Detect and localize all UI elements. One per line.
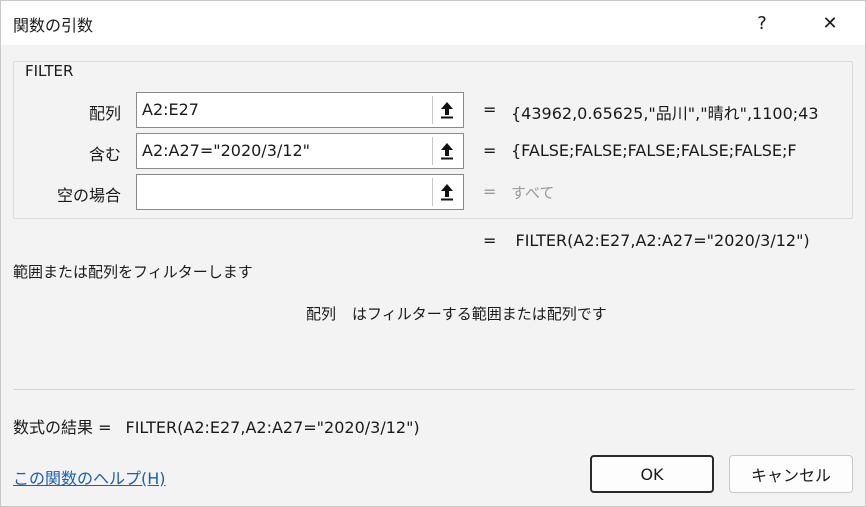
include-input[interactable]: A2:A27="2020/3/12" [136, 133, 464, 169]
dialog-title: 関数の引数 [13, 16, 94, 35]
argument-result: {FALSE;FALSE;FALSE;FALSE;FALSE;F [511, 141, 797, 160]
collapse-dialog-icon [440, 184, 453, 201]
input-value: A2:E27 [142, 100, 199, 119]
function-help-link[interactable]: この関数のヘルプ(H) [13, 465, 166, 489]
formula-result-label: 数式の結果 = [13, 418, 112, 437]
argument-description: 配列 はフィルターする範囲または配列です [306, 303, 607, 324]
input-value: A2:A27="2020/3/12" [142, 141, 310, 160]
help-icon: ? [757, 12, 767, 34]
collapse-dialog-button[interactable] [432, 178, 460, 206]
equals-sign: = [483, 182, 497, 201]
formula-result: 数式の結果 = FILTER(A2:E27,A2:A27="2020/3/12") [13, 414, 420, 438]
divider [13, 389, 855, 390]
collapse-dialog-button[interactable] [432, 96, 460, 124]
collapse-dialog-icon [440, 102, 453, 119]
array-input[interactable]: A2:E27 [136, 92, 464, 128]
argument-result: {43962,0.65625,"品川","晴れ",1100;43 [511, 104, 819, 123]
close-icon: ✕ [822, 12, 838, 34]
if-empty-input[interactable] [136, 174, 464, 210]
equals-sign: = [483, 100, 497, 119]
argument-label: 空の場合 [56, 186, 121, 205]
formula-preview: = FILTER(A2:E27,A2:A27="2020/3/12") [483, 231, 843, 250]
collapse-dialog-button[interactable] [432, 137, 460, 165]
close-button[interactable]: ✕ [802, 1, 858, 45]
equals-sign: = [483, 141, 497, 160]
function-arguments-dialog: 関数の引数 ? ✕ FILTER 配列 A2:E27 = {43962,0.65… [0, 0, 866, 507]
cancel-button[interactable]: キャンセル [729, 455, 853, 493]
ok-button[interactable]: OK [590, 455, 714, 493]
argument-row-array: 配列 A2:E27 = {43962,0.65625,"品川","晴れ",110… [1, 92, 866, 128]
function-description: 範囲または配列をフィルターします [13, 263, 253, 281]
collapse-dialog-icon [440, 143, 453, 160]
function-name: FILTER [23, 62, 76, 80]
argument-row-if-empty: 空の場合 = すべて [1, 174, 866, 210]
argument-description-name: 配列 [306, 305, 337, 323]
equals-sign: = [483, 231, 497, 250]
formula-result-value: FILTER(A2:E27,A2:A27="2020/3/12") [125, 418, 420, 437]
argument-label: 含む [88, 145, 121, 164]
help-button[interactable]: ? [734, 1, 790, 45]
argument-label: 配列 [88, 104, 121, 123]
argument-row-include: 含む A2:A27="2020/3/12" = {FALSE;FALSE;FAL… [1, 133, 866, 169]
argument-description-text: はフィルターする範囲または配列です [352, 305, 607, 323]
title-bar: 関数の引数 ? ✕ [1, 1, 865, 45]
argument-result: すべて [511, 184, 555, 202]
formula-preview-value: FILTER(A2:E27,A2:A27="2020/3/12") [515, 231, 810, 250]
